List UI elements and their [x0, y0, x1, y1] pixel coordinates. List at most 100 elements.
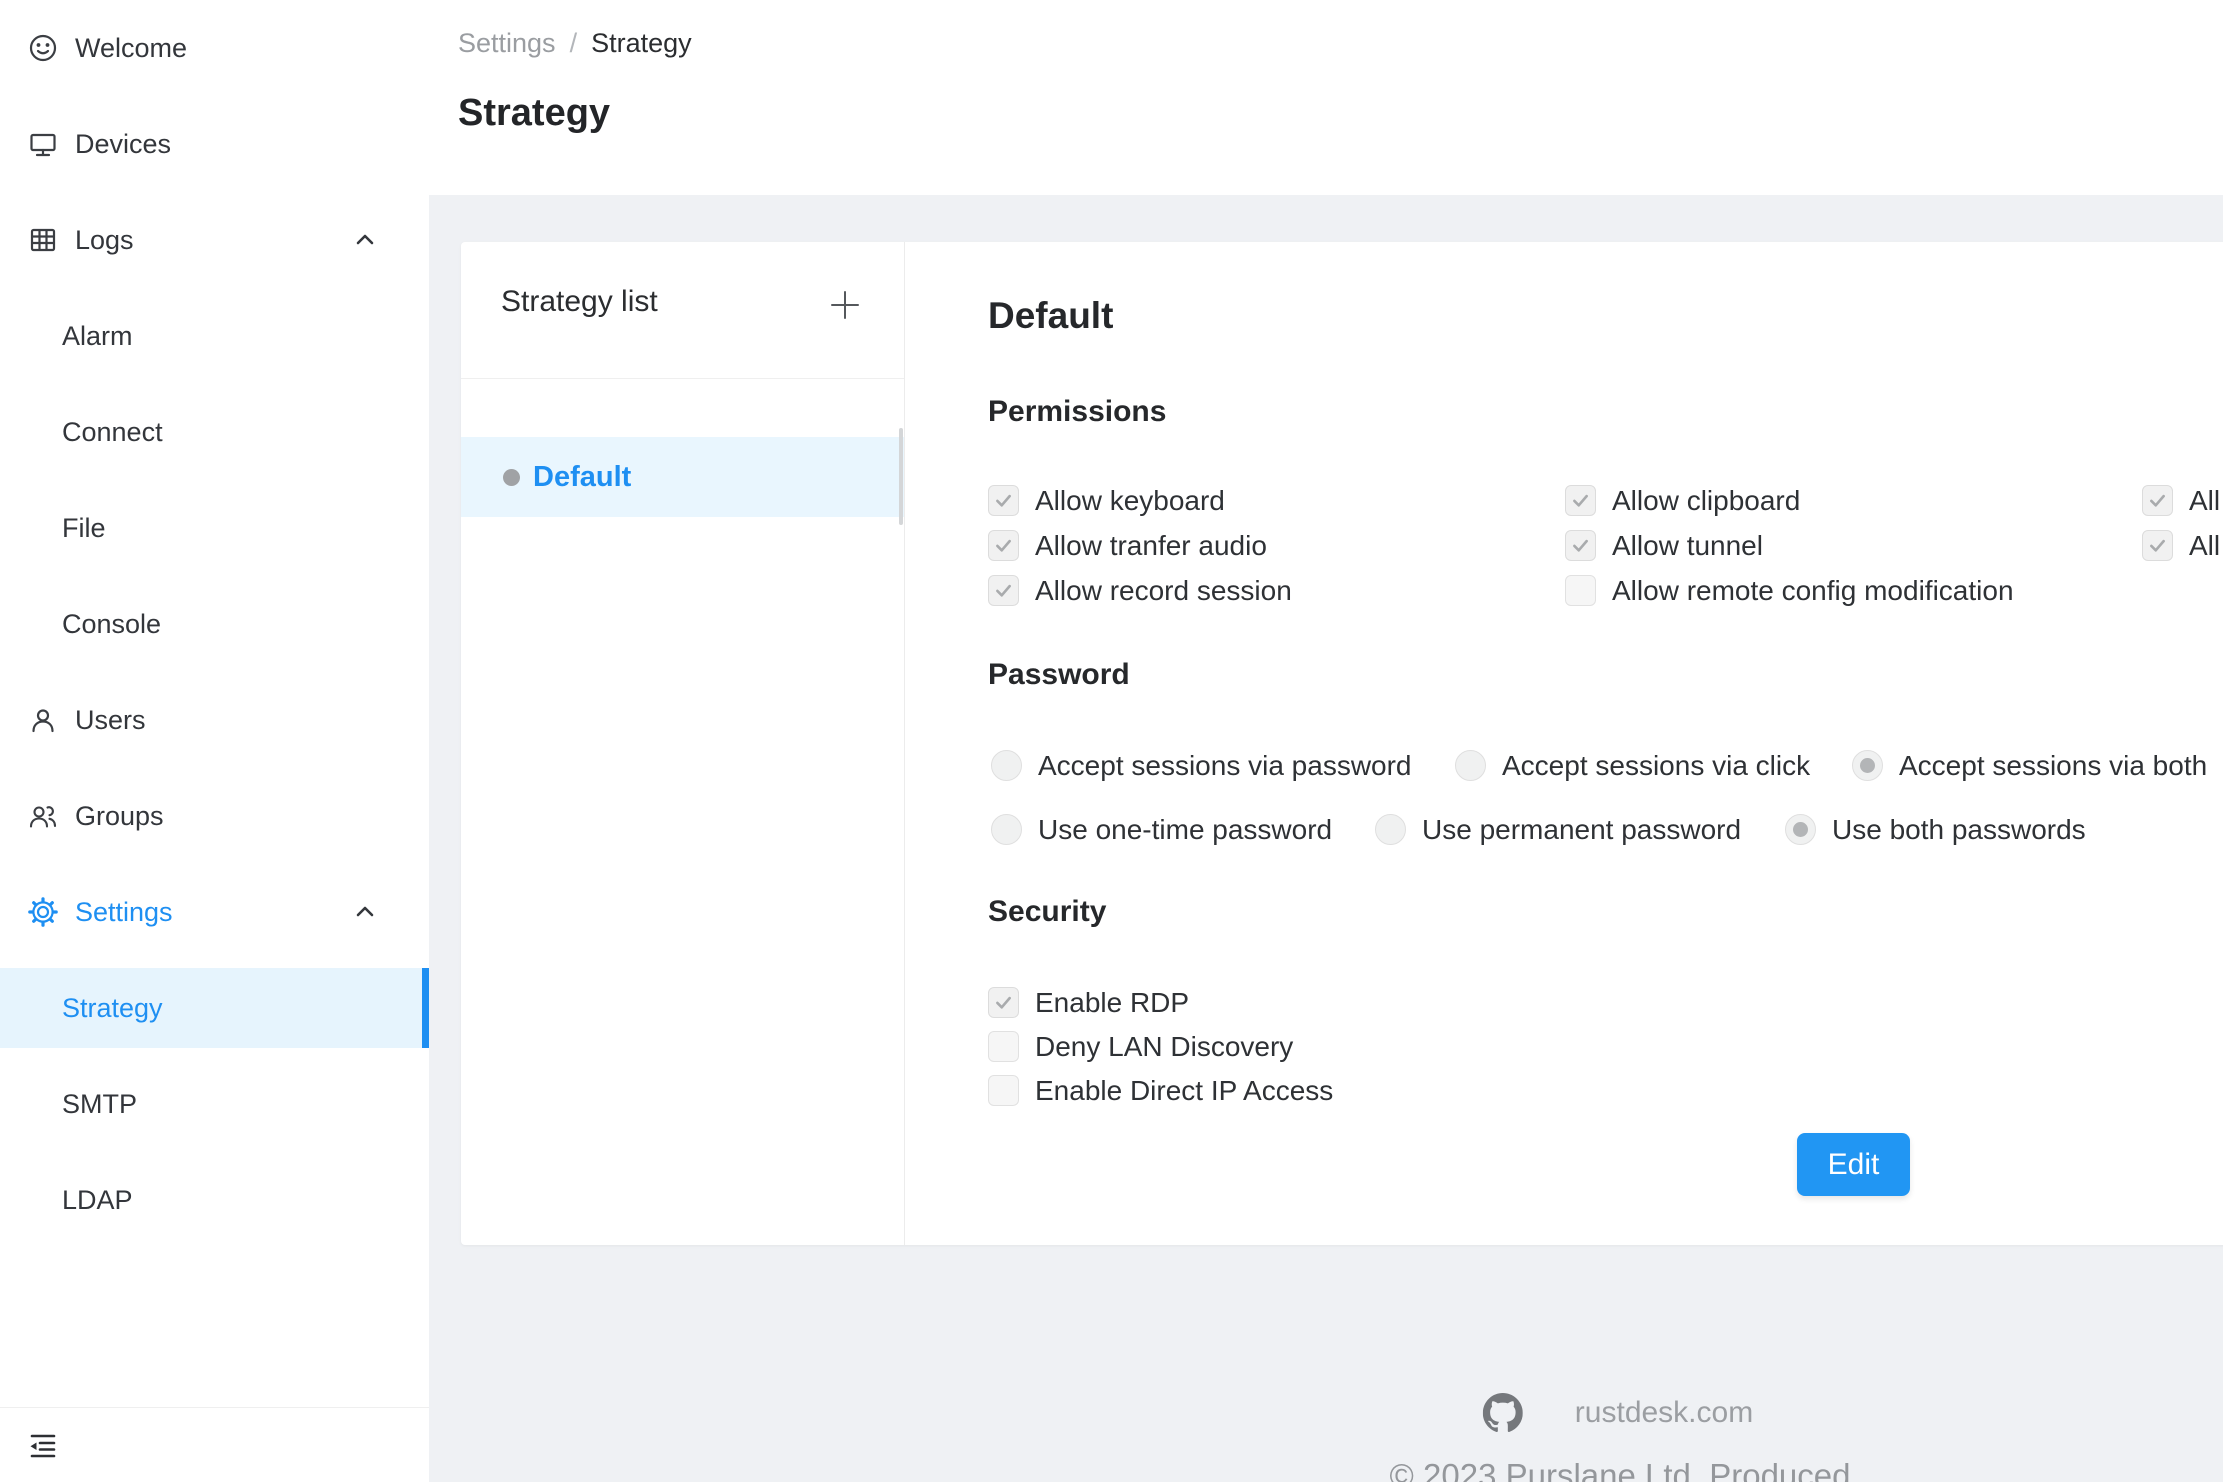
- checkbox-box: [2142, 485, 2173, 516]
- main-area: Settings / Strategy Strategy Strategy li…: [429, 0, 2223, 1482]
- footer-site-link[interactable]: rustdesk.com: [1575, 1396, 1753, 1430]
- strategy-card: Strategy list Default: [461, 242, 2223, 1245]
- github-icon[interactable]: [1483, 1393, 1523, 1433]
- radio-circle: [991, 814, 1022, 845]
- checkbox-box: [1565, 575, 1596, 606]
- checkbox-box: [988, 987, 1019, 1018]
- edit-button[interactable]: Edit: [1797, 1133, 1910, 1196]
- security-column: Enable RDP Deny LAN Discovery Enable Dir…: [988, 987, 1333, 1119]
- checkbox-deny-lan-discovery[interactable]: Deny LAN Discovery: [988, 1031, 1333, 1062]
- user-icon: [28, 705, 58, 735]
- checkbox-box: [1565, 530, 1596, 561]
- checkbox-allow-remote-config-modification[interactable]: Allow remote config modification: [1565, 575, 2014, 606]
- app-window: Welcome Devices Logs: [0, 0, 2223, 1482]
- checkbox-allow-truncated-1[interactable]: All: [2142, 485, 2220, 516]
- radio-accept-sessions-via-both[interactable]: Accept sessions via both: [1852, 750, 2207, 781]
- sidebar-item-label: Users: [75, 705, 146, 736]
- list-divider: [461, 378, 904, 379]
- radio-use-both-passwords[interactable]: Use both passwords: [1785, 814, 2086, 845]
- footer-copyright: © 2023 Purslane Ltd. Produced: [1390, 1457, 1851, 1482]
- plus-icon: [828, 288, 862, 322]
- radio-use-permanent-password[interactable]: Use permanent password: [1375, 814, 1741, 845]
- sidebar-item-label: Welcome: [75, 33, 187, 64]
- sidebar-footer-divider: [0, 1407, 429, 1408]
- checkbox-box: [988, 1031, 1019, 1062]
- sidebar-item-devices[interactable]: Devices: [0, 96, 429, 192]
- password-heading: Password: [988, 658, 1130, 692]
- sidebar-item-connect[interactable]: Connect: [0, 384, 429, 480]
- strategy-list-item-default[interactable]: Default: [461, 437, 904, 517]
- permissions-column-2: Allow clipboard Allow tunnel Allow remot…: [1565, 485, 2014, 620]
- sidebar-item-users[interactable]: Users: [0, 672, 429, 768]
- sidebar-item-console[interactable]: Console: [0, 576, 429, 672]
- sidebar-item-ldap[interactable]: LDAP: [0, 1152, 429, 1248]
- add-strategy-button[interactable]: [828, 288, 862, 322]
- checkbox-box: [988, 1075, 1019, 1106]
- checkbox-box: [2142, 530, 2173, 561]
- sidebar-item-welcome[interactable]: Welcome: [0, 0, 429, 96]
- breadcrumb: Settings / Strategy: [458, 28, 692, 59]
- permissions-column-1: Allow keyboard Allow tranfer audio Allow…: [988, 485, 1292, 620]
- sidebar: Welcome Devices Logs: [0, 0, 429, 1482]
- checkbox-enable-rdp[interactable]: Enable RDP: [988, 987, 1333, 1018]
- radio-use-one-time-password[interactable]: Use one-time password: [991, 814, 1332, 845]
- sidebar-item-settings[interactable]: Settings: [0, 864, 429, 960]
- breadcrumb-settings[interactable]: Settings: [458, 28, 556, 59]
- page-title: Strategy: [458, 92, 610, 135]
- security-heading: Security: [988, 895, 1106, 929]
- checkbox-box: [988, 575, 1019, 606]
- sidebar-item-logs[interactable]: Logs: [0, 192, 429, 288]
- sidebar-item-label: Strategy: [62, 993, 163, 1024]
- sidebar-item-label: File: [62, 513, 106, 544]
- content-body: Strategy list Default: [429, 195, 2223, 1482]
- sidebar-item-groups[interactable]: Groups: [0, 768, 429, 864]
- radio-accept-sessions-via-password[interactable]: Accept sessions via password: [991, 750, 1412, 781]
- checkbox-allow-tunnel[interactable]: Allow tunnel: [1565, 530, 2014, 561]
- checkbox-enable-direct-ip-access[interactable]: Enable Direct IP Access: [988, 1075, 1333, 1106]
- chevron-up-icon: [352, 899, 378, 925]
- monitor-icon: [28, 129, 58, 159]
- permissions-heading: Permissions: [988, 395, 1166, 429]
- collapse-sidebar-button[interactable]: [26, 1428, 60, 1462]
- breadcrumb-separator: /: [570, 28, 578, 59]
- radio-circle: [991, 750, 1022, 781]
- sidebar-item-label: Settings: [75, 897, 173, 928]
- checkbox-allow-truncated-2[interactable]: All: [2142, 530, 2220, 561]
- sidebar-item-file[interactable]: File: [0, 480, 429, 576]
- sidebar-item-label: Connect: [62, 417, 163, 448]
- sidebar-item-label: Devices: [75, 129, 171, 160]
- table-icon: [28, 225, 58, 255]
- gear-icon: [28, 897, 58, 927]
- sidebar-item-label: Console: [62, 609, 161, 640]
- smiley-icon: [28, 33, 58, 63]
- sidebar-item-strategy[interactable]: Strategy: [0, 968, 429, 1048]
- checkbox-allow-keyboard[interactable]: Allow keyboard: [988, 485, 1292, 516]
- breadcrumb-strategy: Strategy: [591, 28, 692, 59]
- radio-accept-sessions-via-click[interactable]: Accept sessions via click: [1455, 750, 1810, 781]
- users-icon: [28, 801, 58, 831]
- checkbox-allow-transfer-audio[interactable]: Allow tranfer audio: [988, 530, 1292, 561]
- sidebar-item-alarm[interactable]: Alarm: [0, 288, 429, 384]
- permissions-column-3: All All: [2142, 485, 2220, 575]
- sidebar-item-label: Alarm: [62, 321, 133, 352]
- radio-circle: [1455, 750, 1486, 781]
- radio-circle: [1785, 814, 1816, 845]
- checkbox-allow-record-session[interactable]: Allow record session: [988, 575, 1292, 606]
- radio-circle: [1375, 814, 1406, 845]
- list-scrollbar[interactable]: [899, 428, 903, 525]
- checkbox-allow-clipboard[interactable]: Allow clipboard: [1565, 485, 2014, 516]
- sidebar-item-smtp[interactable]: SMTP: [0, 1056, 429, 1152]
- sidebar-item-label: Logs: [75, 225, 134, 256]
- sidebar-item-label: LDAP: [62, 1185, 133, 1216]
- strategy-list-panel: Strategy list Default: [461, 242, 905, 1245]
- strategy-list-item-label: Default: [533, 461, 631, 494]
- strategy-detail-title: Default: [988, 295, 1113, 337]
- checkbox-box: [988, 485, 1019, 516]
- chevron-up-icon: [352, 227, 378, 253]
- menu-fold-icon: [26, 1428, 60, 1462]
- radio-circle: [1852, 750, 1883, 781]
- sidebar-item-label: Groups: [75, 801, 164, 832]
- bullet-dot-icon: [503, 469, 520, 486]
- sidebar-item-label: SMTP: [62, 1089, 137, 1120]
- checkbox-box: [1565, 485, 1596, 516]
